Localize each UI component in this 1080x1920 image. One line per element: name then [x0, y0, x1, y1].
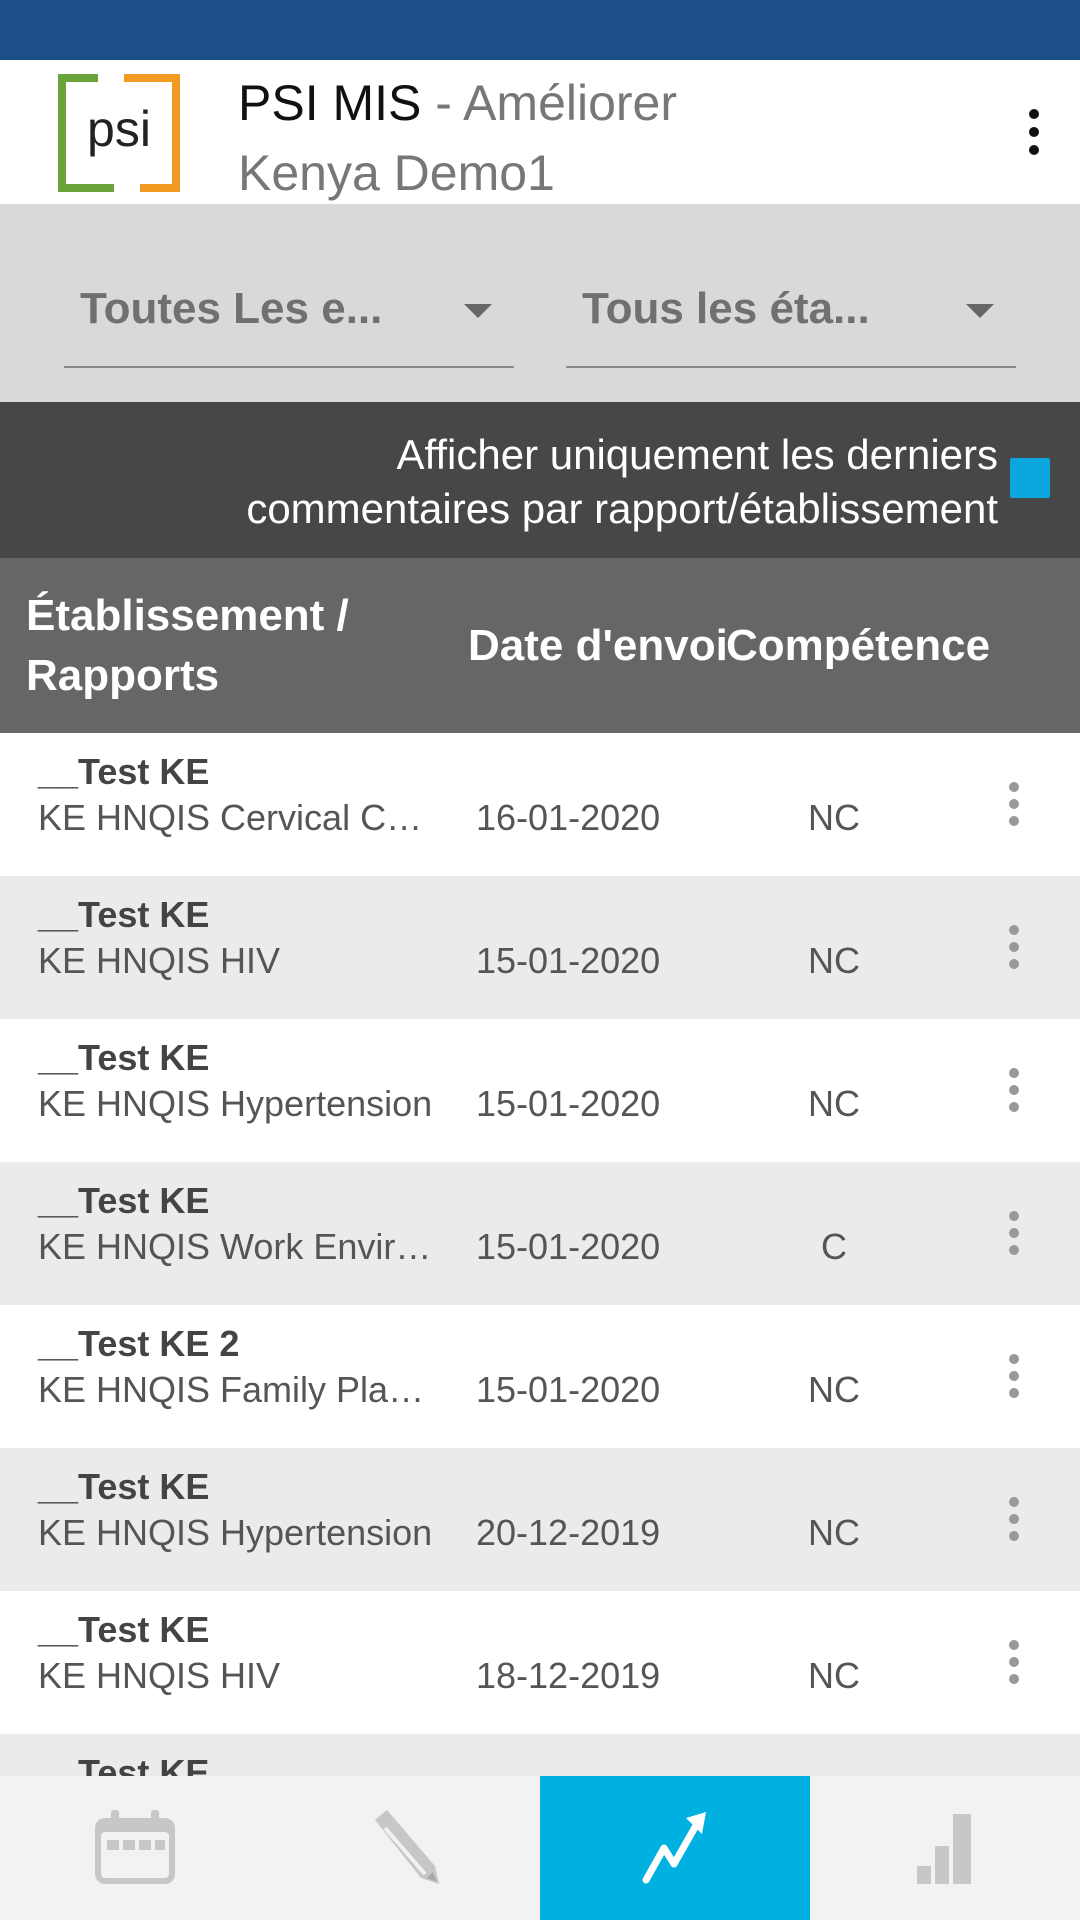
psi-logo: psi	[58, 74, 180, 192]
calendar-icon	[95, 1810, 175, 1884]
trend-icon	[642, 1812, 706, 1884]
competence-value: NC	[808, 1512, 860, 1553]
bottom-nav	[0, 1776, 1080, 1920]
report-list[interactable]: __Test KE KE HNQIS Cervical Can... 16-01…	[0, 733, 1080, 1776]
app-header: psi PSI MIS - Améliorer Kenya Demo1	[0, 60, 1080, 204]
report-name: KE HNQIS HIV	[38, 940, 281, 981]
nav-tab-dashboard[interactable]	[810, 1776, 1080, 1920]
report-name: KE HNQIS Hypertension	[38, 1083, 433, 1124]
sent-date: 16-01-2020	[476, 797, 661, 838]
competence-value: NC	[808, 1083, 860, 1124]
nav-tab-calendar[interactable]	[0, 1776, 270, 1920]
competence-value: NC	[808, 1369, 860, 1410]
nav-tab-improve[interactable]	[540, 1776, 810, 1920]
sent-date: 20-12-2019	[476, 1512, 661, 1553]
establishment-name: __Test KE	[38, 1752, 210, 1776]
latest-only-bar: Afficher uniquement les derniers comment…	[0, 402, 1080, 558]
report-name: KE HNQIS Work Environ...	[38, 1226, 438, 1267]
latest-only-label-line2: commentaires par rapport/établissement	[246, 485, 998, 532]
org-unit-dropdown[interactable]: Toutes Les e...	[64, 274, 514, 368]
chevron-down-icon	[966, 304, 994, 318]
chevron-down-icon	[464, 304, 492, 318]
row-menu-icon[interactable]	[998, 1341, 1030, 1411]
establishment-name: __Test KE 2	[38, 1323, 240, 1364]
report-name: KE HNQIS HIV	[38, 1655, 281, 1696]
latest-only-label-line1: Afficher uniquement les derniers	[396, 431, 998, 478]
pencil-icon	[375, 1810, 439, 1884]
report-name: KE HNQIS Hypertension	[38, 1512, 433, 1553]
table-row[interactable]: __Test KE KE HNQIS Work Environ... 15-01…	[0, 1162, 1080, 1305]
row-menu-icon[interactable]	[998, 1627, 1030, 1697]
row-menu-icon[interactable]	[998, 912, 1030, 982]
establishment-name: __Test KE	[38, 894, 210, 935]
report-name: KE HNQIS Family Plann...	[38, 1369, 438, 1410]
bar-chart-icon	[917, 1814, 971, 1884]
sent-date: 15-01-2020	[476, 1083, 661, 1124]
establishment-name: __Test KE	[38, 1466, 210, 1507]
table-header: Établissement / Rapports Date d'envoi Co…	[0, 558, 1080, 733]
latest-only-checkbox[interactable]	[1010, 458, 1050, 498]
table-row[interactable]: __Test KE KE HNQIS HIV 18-12-2019 NC	[0, 1591, 1080, 1734]
competence-value: NC	[808, 797, 860, 838]
establishment-name: __Test KE	[38, 1609, 210, 1650]
table-row[interactable]: __Test KE	[0, 1734, 1080, 1776]
org-unit-dropdown-label: Toutes Les e...	[80, 284, 383, 333]
establishment-name: __Test KE	[38, 1037, 210, 1078]
status-dropdown[interactable]: Tous les éta...	[566, 274, 1016, 368]
competence-value: NC	[808, 1655, 860, 1696]
column-header-date[interactable]: Date d'envoi	[468, 616, 728, 676]
table-row[interactable]: __Test KE 2 KE HNQIS Family Plann... 15-…	[0, 1305, 1080, 1448]
status-bar	[0, 0, 1080, 60]
sent-date: 15-01-2020	[476, 940, 661, 981]
table-row[interactable]: __Test KE KE HNQIS Hypertension 15-01-20…	[0, 1019, 1080, 1162]
establishment-name: __Test KE	[38, 1180, 210, 1221]
program-name: Kenya Demo1	[238, 145, 555, 201]
table-row[interactable]: __Test KE KE HNQIS Cervical Can... 16-01…	[0, 733, 1080, 876]
row-menu-icon[interactable]	[998, 769, 1030, 839]
column-header-establishment[interactable]: Établissement / Rapports	[26, 586, 446, 706]
module-name: Améliorer	[463, 75, 678, 131]
sent-date: 15-01-2020	[476, 1369, 661, 1410]
row-menu-icon[interactable]	[998, 1055, 1030, 1125]
nav-tab-edit[interactable]	[270, 1776, 540, 1920]
table-row[interactable]: __Test KE KE HNQIS HIV 15-01-2020 NC	[0, 876, 1080, 1019]
establishment-name: __Test KE	[38, 751, 210, 792]
status-dropdown-label: Tous les éta...	[582, 284, 870, 333]
app-name: PSI MIS	[238, 75, 422, 131]
latest-only-label: Afficher uniquement les derniers comment…	[18, 428, 998, 536]
competence-value: C	[821, 1226, 847, 1267]
sent-date: 18-12-2019	[476, 1655, 661, 1696]
title-separator: -	[421, 75, 464, 131]
row-menu-icon[interactable]	[998, 1198, 1030, 1268]
sent-date: 15-01-2020	[476, 1226, 661, 1267]
row-menu-icon[interactable]	[998, 1484, 1030, 1554]
app-title: PSI MIS - Améliorer Kenya Demo1	[238, 68, 938, 208]
table-row[interactable]: __Test KE KE HNQIS Hypertension 20-12-20…	[0, 1448, 1080, 1591]
filter-area: Toutes Les e... Tous les éta...	[0, 204, 1080, 402]
competence-value: NC	[808, 940, 860, 981]
column-header-competence[interactable]: Compétence	[726, 616, 990, 676]
overflow-menu-icon[interactable]	[1012, 100, 1056, 164]
logo-text: psi	[87, 101, 151, 157]
report-name: KE HNQIS Cervical Can...	[38, 797, 438, 838]
